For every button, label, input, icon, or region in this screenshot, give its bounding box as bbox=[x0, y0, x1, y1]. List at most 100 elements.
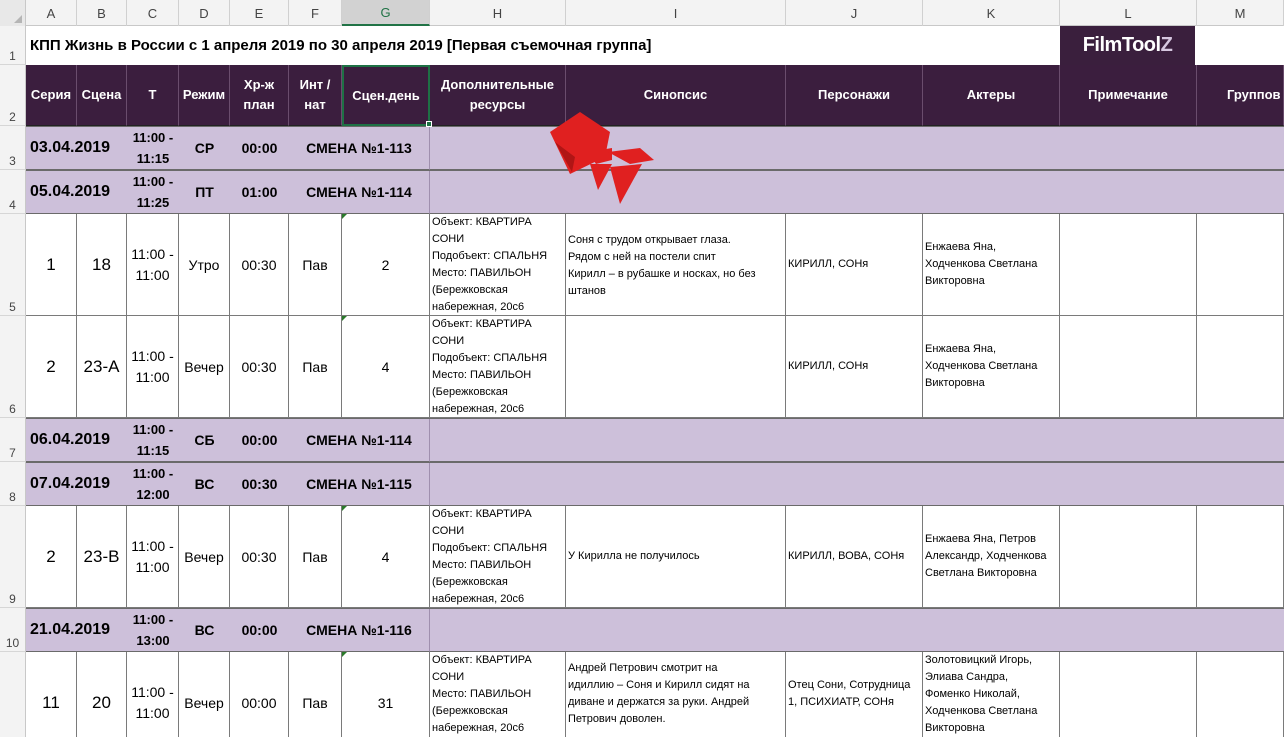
header-int-nat[interactable]: Инт / нат bbox=[289, 65, 342, 126]
shift-time[interactable]: 11:00 -11:25 bbox=[127, 171, 179, 214]
scene-note[interactable] bbox=[1060, 506, 1197, 608]
scene-actors[interactable]: Енжаева Яна, Петров Александр, Ходченкова… bbox=[923, 506, 1060, 608]
scene-day[interactable]: 4 bbox=[342, 316, 430, 418]
scene-group[interactable] bbox=[1197, 652, 1284, 737]
shift-time[interactable]: 11:00 -11:15 bbox=[127, 419, 179, 462]
scene-characters[interactable]: КИРИЛЛ, СОНя bbox=[786, 316, 923, 418]
shift-empty[interactable] bbox=[430, 419, 1284, 462]
shift-weekday[interactable]: ПТ bbox=[179, 171, 230, 214]
header-timing[interactable]: Хр-ж план bbox=[230, 65, 289, 126]
scene-number[interactable]: 23-А bbox=[77, 316, 127, 418]
scene-duration[interactable]: 00:30 bbox=[230, 506, 289, 608]
shift-time[interactable]: 11:00 -11:15 bbox=[127, 127, 179, 170]
column-header-g[interactable]: G bbox=[342, 0, 430, 26]
scene-duration[interactable]: 00:30 bbox=[230, 214, 289, 316]
column-header-b[interactable]: B bbox=[77, 0, 127, 26]
column-header-h[interactable]: H bbox=[430, 0, 566, 26]
shift-duration[interactable]: 01:00 bbox=[230, 171, 289, 214]
scene-note[interactable] bbox=[1060, 214, 1197, 316]
scene-note[interactable] bbox=[1060, 316, 1197, 418]
scene-note[interactable] bbox=[1060, 652, 1197, 737]
shift-empty[interactable] bbox=[430, 609, 1284, 652]
column-header-d[interactable]: D bbox=[179, 0, 230, 26]
header-mode[interactable]: Режим bbox=[179, 65, 230, 126]
column-header-k[interactable]: K bbox=[923, 0, 1060, 26]
scene-characters[interactable]: КИРИЛЛ, СОНя bbox=[786, 214, 923, 316]
column-header-c[interactable]: C bbox=[127, 0, 179, 26]
shift-label[interactable]: СМЕНА №1-114 bbox=[289, 419, 430, 462]
header-time[interactable]: Т bbox=[127, 65, 179, 126]
row-header-10[interactable]: 10 bbox=[0, 608, 26, 652]
scene-group[interactable] bbox=[1197, 214, 1284, 316]
scene-group[interactable] bbox=[1197, 316, 1284, 418]
shift-time[interactable]: 11:00 -12:00 bbox=[127, 463, 179, 506]
shift-label[interactable]: СМЕНА №1-114 bbox=[289, 171, 430, 214]
header-note[interactable]: Примечание bbox=[1060, 65, 1197, 126]
header-series[interactable]: Серия bbox=[26, 65, 77, 126]
shift-empty[interactable] bbox=[430, 463, 1284, 506]
scene-group[interactable] bbox=[1197, 506, 1284, 608]
scene-day[interactable]: 31 bbox=[342, 652, 430, 737]
scene-day[interactable]: 4 bbox=[342, 506, 430, 608]
scene-duration[interactable]: 00:00 bbox=[230, 652, 289, 737]
scene-series[interactable]: 2 bbox=[26, 506, 77, 608]
scene-mode[interactable]: Вечер bbox=[179, 316, 230, 418]
shift-date[interactable]: 21.04.2019 bbox=[26, 609, 127, 652]
shift-label[interactable]: СМЕНА №1-116 bbox=[289, 609, 430, 652]
column-header-f[interactable]: F bbox=[289, 0, 342, 26]
column-header-i[interactable]: I bbox=[566, 0, 786, 26]
row-header-1[interactable]: 1 bbox=[0, 26, 26, 65]
scene-resources[interactable]: Объект: КВАРТИРА СОНИ Место: ПАВИЛЬОН (Бере… bbox=[430, 652, 566, 737]
scene-number[interactable]: 18 bbox=[77, 214, 127, 316]
scene-synopsis[interactable] bbox=[566, 316, 786, 418]
scene-mode[interactable]: Вечер bbox=[179, 506, 230, 608]
row-header-6[interactable]: 6 bbox=[0, 316, 26, 418]
scene-int-nat[interactable]: Пав bbox=[289, 316, 342, 418]
scene-int-nat[interactable]: Пав bbox=[289, 652, 342, 737]
shift-label[interactable]: СМЕНА №1-113 bbox=[289, 127, 430, 170]
scene-mode[interactable]: Утро bbox=[179, 214, 230, 316]
shift-date[interactable]: 06.04.2019 bbox=[26, 419, 127, 462]
shift-weekday[interactable]: ВС bbox=[179, 609, 230, 652]
shift-duration[interactable]: 00:00 bbox=[230, 419, 289, 462]
shift-date[interactable]: 03.04.2019 bbox=[26, 127, 127, 170]
column-header-l[interactable]: L bbox=[1060, 0, 1197, 26]
header-characters[interactable]: Персонажи bbox=[786, 65, 923, 126]
scene-int-nat[interactable]: Пав bbox=[289, 214, 342, 316]
scene-resources[interactable]: Объект: КВАРТИРА СОНИ Подобъект: СПАЛЬНЯ Ме… bbox=[430, 316, 566, 418]
column-header-a[interactable]: A bbox=[26, 0, 77, 26]
column-header-e[interactable]: E bbox=[230, 0, 289, 26]
scene-resources[interactable]: Объект: КВАРТИРА СОНИ Подобъект: СПАЛЬНЯ Ме… bbox=[430, 214, 566, 316]
shift-date[interactable]: 07.04.2019 bbox=[26, 463, 127, 506]
header-scene-day[interactable]: Сцен.день bbox=[342, 65, 430, 126]
header-group[interactable]: Группов bbox=[1197, 65, 1284, 126]
scene-synopsis[interactable]: Соня с трудом открывает глаза. Рядом с не… bbox=[566, 214, 786, 316]
row-header-7[interactable]: 7 bbox=[0, 418, 26, 462]
fill-handle[interactable] bbox=[426, 121, 432, 127]
scene-time[interactable]: 11:00 -11:00 bbox=[127, 652, 179, 737]
header-scene[interactable]: Сцена bbox=[77, 65, 127, 126]
scene-time[interactable]: 11:00 -11:00 bbox=[127, 214, 179, 316]
select-all-corner[interactable] bbox=[0, 0, 26, 26]
shift-duration[interactable]: 00:00 bbox=[230, 127, 289, 170]
scene-characters[interactable]: КИРИЛЛ, ВОВА, СОНя bbox=[786, 506, 923, 608]
row-header-3[interactable]: 3 bbox=[0, 126, 26, 170]
scene-int-nat[interactable]: Пав bbox=[289, 506, 342, 608]
scene-actors[interactable]: Енжаева Яна, Ходченкова Светлана Викторовн… bbox=[923, 214, 1060, 316]
row-header-2[interactable]: 2 bbox=[0, 65, 26, 126]
scene-actors[interactable]: Енжаева Яна, Ходченкова Светлана Викторовн… bbox=[923, 316, 1060, 418]
shift-weekday[interactable]: СБ bbox=[179, 419, 230, 462]
shift-weekday[interactable]: ВС bbox=[179, 463, 230, 506]
scene-resources[interactable]: Объект: КВАРТИРА СОНИ Подобъект: СПАЛЬНЯ Ме… bbox=[430, 506, 566, 608]
shift-time[interactable]: 11:00 -13:00 bbox=[127, 609, 179, 652]
header-actors[interactable]: Актеры bbox=[923, 65, 1060, 126]
row-header-8[interactable]: 8 bbox=[0, 462, 26, 506]
scene-series[interactable]: 1 bbox=[26, 214, 77, 316]
scene-series[interactable]: 11 bbox=[26, 652, 77, 737]
scene-actors[interactable]: Золотовицкий Игорь, Элиава Сандра, Фоменко… bbox=[923, 652, 1060, 737]
scene-synopsis[interactable]: У Кирилла не получилось bbox=[566, 506, 786, 608]
scene-time[interactable]: 11:00 -11:00 bbox=[127, 316, 179, 418]
sheet-title[interactable]: КПП Жизнь в России с 1 апреля 2019 по 30… bbox=[30, 26, 651, 65]
scene-characters[interactable]: Отец Сони, Сотрудница 1, ПСИХИАТР, СОНя bbox=[786, 652, 923, 737]
scene-duration[interactable]: 00:30 bbox=[230, 316, 289, 418]
